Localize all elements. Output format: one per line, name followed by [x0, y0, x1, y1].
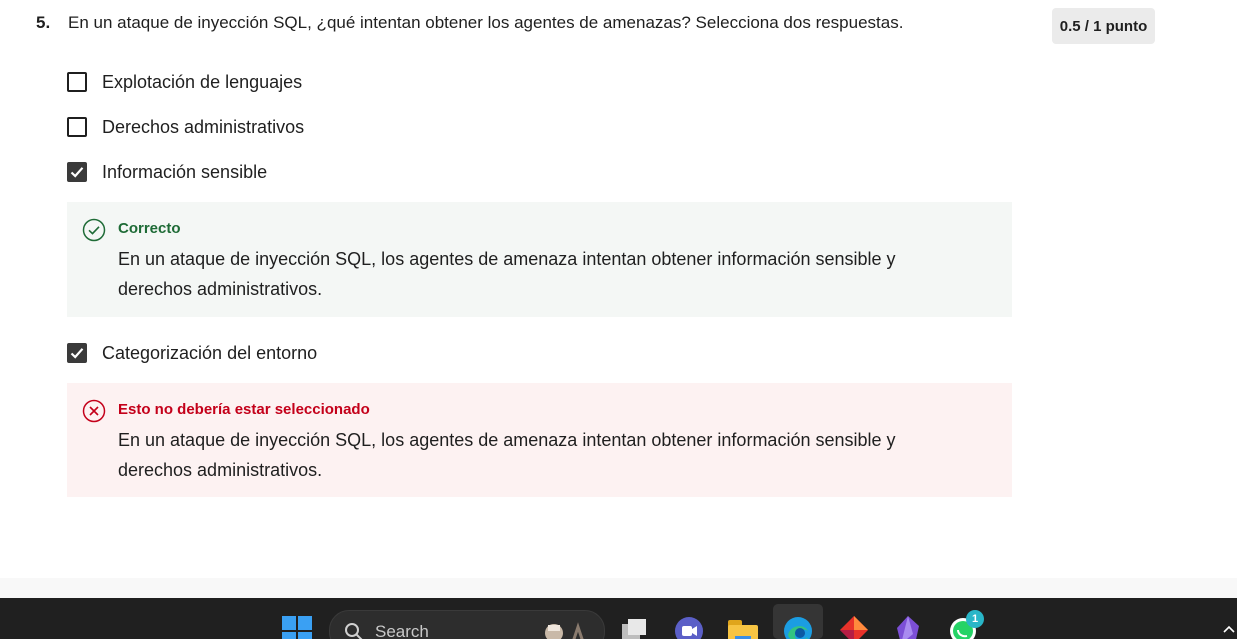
checkbox[interactable] [67, 117, 87, 137]
checkbox[interactable] [67, 72, 87, 92]
chevron-up-icon[interactable] [1222, 622, 1236, 636]
feedback-correct: Correcto En un ataque de inyección SQL, … [67, 202, 1012, 317]
checkbox-checked[interactable] [67, 162, 87, 182]
checkmark-icon [70, 167, 84, 178]
edge-browser-icon[interactable] [782, 615, 814, 639]
score-badge: 0.5 / 1 punto [1052, 8, 1155, 44]
video-call-icon[interactable] [674, 616, 704, 639]
checkmark-icon [70, 348, 84, 359]
check-circle-icon [82, 218, 106, 242]
checkbox-checked[interactable] [67, 343, 87, 363]
option-derechos-administrativos[interactable]: Derechos administrativos [67, 115, 304, 139]
x-circle-icon [82, 399, 106, 423]
task-view-icon[interactable] [620, 616, 650, 639]
taskbar-search[interactable]: Search [329, 610, 605, 639]
question-text: En un ataque de inyección SQL, ¿qué inte… [68, 13, 904, 32]
option-categorizacion-entorno[interactable]: Categorización del entorno [67, 341, 317, 365]
option-label: Categorización del entorno [102, 342, 318, 363]
feedback-text: En un ataque de inyección SQL, los agent… [118, 430, 896, 480]
feedback-text: En un ataque de inyección SQL, los agent… [118, 249, 896, 299]
search-highlight-icon [545, 622, 584, 639]
option-label: Información sensible [102, 161, 268, 182]
search-icon [345, 623, 363, 639]
obsidian-icon[interactable] [893, 614, 923, 639]
option-explotacion-lenguajes[interactable]: Explotación de lenguajes [67, 70, 302, 94]
feedback-title: Esto no debería estar seleccionado [118, 401, 370, 418]
diamond-app-icon[interactable] [838, 614, 870, 639]
windows-start-icon[interactable] [282, 616, 312, 639]
notification-badge: 1 [966, 610, 984, 628]
file-explorer-icon[interactable] [727, 616, 759, 639]
question-number: 5. [36, 13, 51, 32]
feedback-incorrect: Esto no debería estar seleccionado En un… [67, 383, 1012, 497]
option-informacion-sensible[interactable]: Información sensible [67, 160, 267, 184]
option-label: Derechos administrativos [102, 116, 305, 137]
taskbar: Search 1 [0, 598, 1237, 639]
option-label: Explotación de lenguajes [102, 71, 303, 92]
feedback-title: Correcto [118, 220, 181, 237]
search-label: Search [375, 622, 429, 639]
page-bottom [0, 578, 1237, 598]
